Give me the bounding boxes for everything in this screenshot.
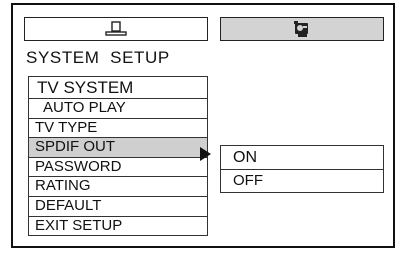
tab-general-setup[interactable]: [24, 17, 208, 41]
option-on[interactable]: ON: [220, 145, 384, 170]
tab-audio-setup[interactable]: [220, 17, 384, 41]
menu-item-tv-system[interactable]: TV SYSTEM: [28, 76, 208, 99]
menu-item-spdif-out[interactable]: SPDIF OUT: [28, 138, 208, 158]
menu-item-default[interactable]: DEFAULT: [28, 196, 208, 217]
menu-item-auto-play[interactable]: AUTO PLAY: [28, 99, 208, 119]
menu-item-rating[interactable]: RATING: [28, 177, 208, 197]
dvd-player-icon: [294, 21, 308, 37]
setup-menu: TV SYSTEM AUTO PLAY TV TYPE SPDIF OUT PA…: [28, 76, 208, 237]
menu-item-tv-type[interactable]: TV TYPE: [28, 118, 208, 139]
selection-arrow-icon: [200, 147, 211, 161]
page-title: SYSTEM SETUP: [26, 48, 170, 67]
menu-item-password[interactable]: PASSWORD: [28, 157, 208, 178]
option-off[interactable]: OFF: [220, 170, 384, 193]
monitor-icon: [105, 21, 127, 36]
menu-item-exit-setup[interactable]: EXIT SETUP: [28, 216, 208, 237]
spdif-options: ON OFF: [220, 145, 384, 193]
